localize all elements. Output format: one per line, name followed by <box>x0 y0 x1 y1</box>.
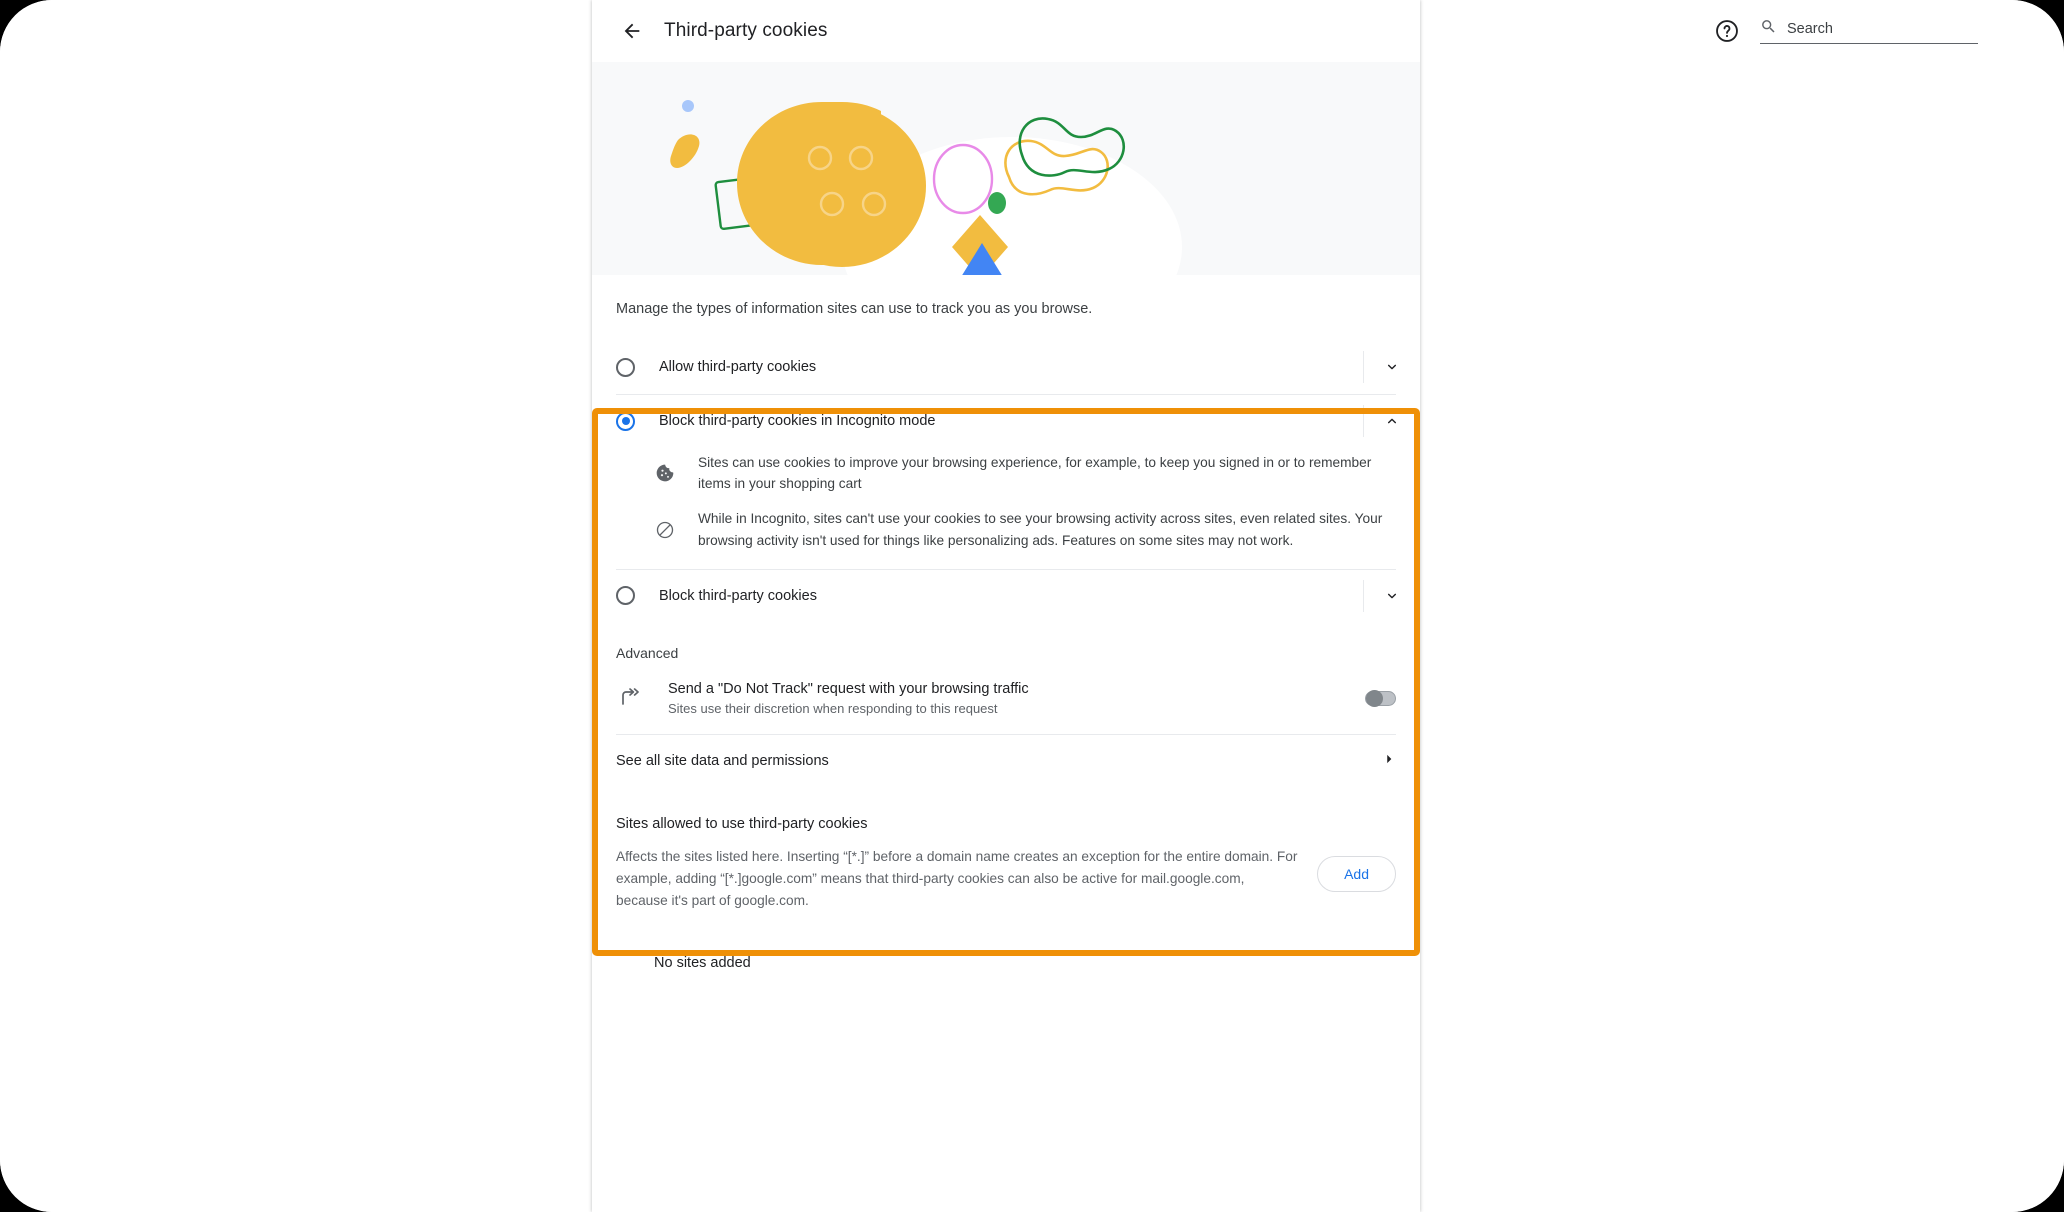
radio-label-block-all: Block third-party cookies <box>659 587 817 604</box>
search-icon <box>1760 18 1777 40</box>
toggle-knob <box>1366 689 1383 707</box>
do-not-track-subtitle: Sites use their discretion when respondi… <box>668 700 998 716</box>
cookie-illustration-svg <box>670 100 1182 275</box>
page-header: Third-party cookies <box>592 0 1978 62</box>
search-field[interactable] <box>1760 18 1978 44</box>
cookie-options-group: Allow third-party cookies Block third-pa… <box>592 340 1420 788</box>
sites-section-title: Sites allowed to use third-party cookies <box>616 815 868 832</box>
block-icon <box>654 520 676 540</box>
sites-section-description: Affects the sites listed here. Inserting… <box>616 848 1298 909</box>
explanation-text: While in Incognito, sites can't use your… <box>698 511 1383 548</box>
see-all-label: See all site data and permissions <box>616 752 829 769</box>
radio-block-all[interactable] <box>616 586 635 606</box>
add-site-button[interactable]: Add <box>1317 855 1396 892</box>
intro-text: Manage the types of information sites ca… <box>616 301 1093 317</box>
radio-allow[interactable] <box>616 357 635 377</box>
see-all-site-data-row[interactable]: See all site data and permissions <box>592 733 1420 788</box>
radio-label-allow: Allow third-party cookies <box>659 359 817 376</box>
advanced-heading: Advanced <box>616 644 679 661</box>
explanation-row: While in Incognito, sites can't use your… <box>654 508 1392 550</box>
arrow-right-icon <box>1382 752 1396 770</box>
redirect-arrow-icon <box>616 686 646 710</box>
do-not-track-texts: Send a "Do Not Track" request with your … <box>668 681 1365 716</box>
radio-row-block-incognito[interactable]: Block third-party cookies in Incognito m… <box>592 394 1420 448</box>
explanation-text: Sites can use cookies to improve your br… <box>698 455 1372 492</box>
screen-root: Third-party cookies Search Manage the ty… <box>0 0 2064 1212</box>
do-not-track-toggle[interactable] <box>1365 689 1396 707</box>
chevron-down-icon[interactable] <box>1364 588 1420 604</box>
search-input[interactable] <box>1787 21 1978 37</box>
arrow-back-icon[interactable] <box>614 13 650 49</box>
explanation-row: Sites can use cookies to improve your br… <box>654 452 1392 494</box>
sites-section-body: Affects the sites listed here. Inserting… <box>616 846 1396 913</box>
page-title: Third-party cookies <box>664 20 828 41</box>
chevron-up-icon[interactable] <box>1364 413 1420 429</box>
do-not-track-row[interactable]: Send a "Do Not Track" request with your … <box>592 671 1420 734</box>
sites-allowed-section: Sites allowed to use third-party cookies… <box>592 788 1420 971</box>
radio-row-allow[interactable]: Allow third-party cookies <box>592 340 1420 394</box>
radio-row-block-all[interactable]: Block third-party cookies <box>592 568 1420 623</box>
incognito-explanations: Sites can use cookies to improve your br… <box>592 448 1420 569</box>
cookie-icon <box>654 463 676 483</box>
hero-illustration <box>592 62 1420 275</box>
settings-panel: Third-party cookies Search Manage the ty… <box>592 0 1978 1212</box>
do-not-track-title: Send a "Do Not Track" request with your … <box>668 680 1029 697</box>
no-sites-message: No sites added <box>654 954 751 971</box>
help-circle-icon[interactable] <box>1714 18 1740 44</box>
radio-block-incognito[interactable] <box>616 411 635 431</box>
radio-label-block-incognito: Block third-party cookies in Incognito m… <box>659 413 936 430</box>
chevron-down-icon[interactable] <box>1364 359 1420 375</box>
